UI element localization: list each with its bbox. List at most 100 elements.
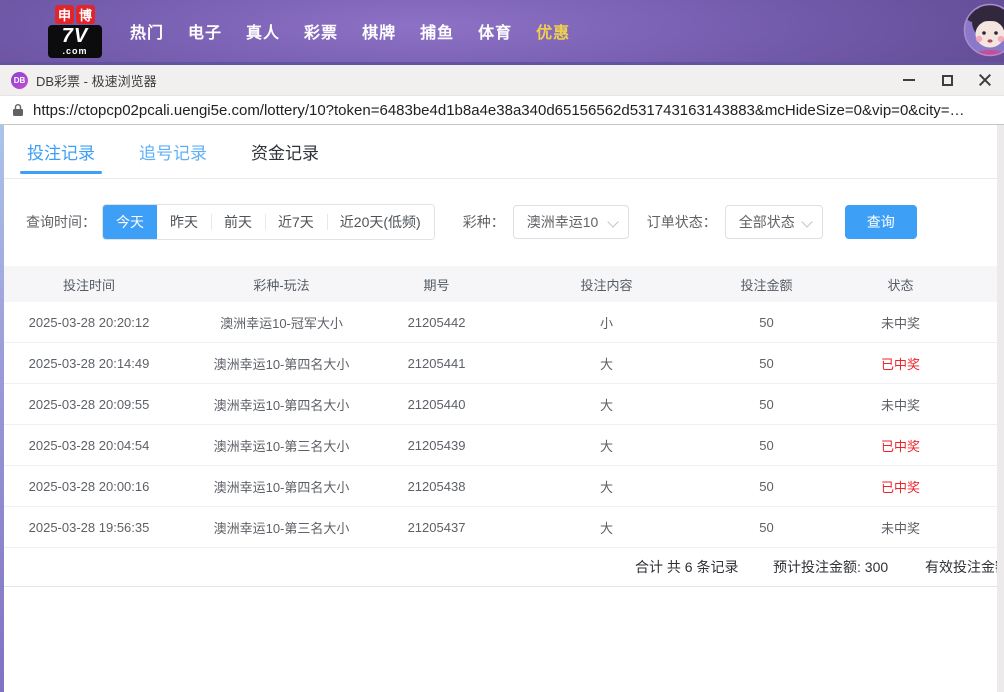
table-header: 投注时间 彩种-玩法 期号 投注内容 投注金额 状态 [4, 266, 997, 302]
table-cell: 21205437 [407, 519, 466, 535]
table-cell: 大 [599, 356, 613, 372]
lottery-select[interactable]: 澳洲幸运10 [512, 205, 629, 239]
table-cell: 未中奖 [880, 315, 920, 331]
table-cell: 21205440 [407, 396, 466, 412]
nav-item[interactable]: 热门 [130, 19, 164, 43]
table-cell: 21205438 [407, 478, 466, 494]
column-header: 投注时间 [62, 277, 115, 293]
search-button[interactable]: 查询 [844, 205, 917, 239]
minimize-button[interactable] [890, 65, 928, 95]
status-select-value: 全部状态 [738, 214, 795, 230]
table-cell: 大 [599, 479, 613, 495]
table-row: 2025-03-28 19:56:35 澳洲幸运10-第三名大小 21205437 大… [4, 507, 997, 548]
table-cell: 21205441 [407, 355, 466, 371]
logo-wordmark: 7V .com [48, 24, 102, 58]
table-row: 2025-03-28 20:09:55 澳洲幸运10-第四名大小 21205440 大… [4, 384, 997, 425]
table-cell: 澳洲幸运10-第四名大小 [213, 479, 350, 495]
summary-total-records: 合计 共 6 条记录 [635, 559, 739, 575]
table-cell: 已中奖 [880, 356, 920, 372]
table-summary: 合计 共 6 条记录 预计投注金额: 300 有效投注金额 [4, 548, 997, 587]
maximize-button[interactable] [928, 65, 966, 95]
table-cell: 50 [759, 437, 774, 453]
table-body: 2025-03-28 20:20:12 澳洲幸运10-冠军大小 21205442 小 5… [4, 302, 997, 548]
table-cell: 澳洲幸运10-第四名大小 [213, 356, 350, 372]
table-cell: 澳洲幸运10-第三名大小 [213, 438, 350, 454]
table-cell: 澳洲幸运10-第三名大小 [213, 520, 350, 536]
logo-7v-text: 7V [61, 24, 89, 47]
time-range-group: 今天 昨天 前天 近7天 近20天(低频) [102, 204, 435, 240]
table-row: 2025-03-28 20:00:16 澳洲幸运10-第四名大小 21205438 大… [4, 466, 997, 507]
summary-expected-amount: 预计投注金额: 300 [773, 559, 889, 575]
column-header: 投注内容 [580, 277, 633, 293]
table-cell: 21205439 [407, 437, 466, 453]
time-option[interactable]: 今天 [103, 205, 157, 239]
bet-records-table: 投注时间 彩种-玩法 期号 投注内容 投注金额 状态 2025-03-28 20:20:1… [4, 266, 997, 587]
nav-item[interactable]: 体育 [478, 19, 512, 43]
time-option[interactable]: 前天 [211, 205, 265, 239]
lottery-filter-label: 彩种： [462, 214, 505, 230]
nav-item[interactable]: 棋牌 [362, 19, 396, 43]
page-content: 投注记录 追号记录 资金记录 查询时间： 今天 昨天 前天 近7天 近20天(低频) 彩种：… [0, 125, 1004, 692]
filter-bar: 查询时间： 今天 昨天 前天 近7天 近20天(低频) 彩种： 澳洲幸运10 订单状态：… [4, 179, 997, 240]
status-select[interactable]: 全部状态 [724, 205, 823, 239]
nav-item[interactable]: 真人 [246, 19, 280, 43]
table-cell: 小 [599, 315, 613, 331]
table-cell: 21205442 [407, 314, 466, 330]
table-row: 2025-03-28 20:20:12 澳洲幸运10-冠军大小 21205442 小 5… [4, 302, 997, 343]
browser-titlebar[interactable]: DB DB彩票 - 极速浏览器 [0, 65, 1004, 95]
time-option[interactable]: 近7天 [265, 205, 327, 239]
table-cell: 澳洲幸运10-第四名大小 [213, 397, 350, 413]
status-filter-label: 订单状态： [646, 214, 717, 230]
nav-item[interactable]: 彩票 [304, 19, 338, 43]
screen: 申 博 7V .com 热门 电子 真人 彩票 棋牌 捕鱼 体育 优惠 DB D… [0, 0, 1004, 692]
avatar-image [963, 3, 1004, 57]
main-nav: 热门 电子 真人 彩票 棋牌 捕鱼 体育 优惠 [130, 19, 570, 43]
table-cell: 大 [599, 438, 613, 454]
table-cell: 2025-03-28 20:09:55 [28, 396, 150, 412]
table-cell: 50 [759, 396, 774, 412]
minimize-icon [903, 79, 915, 81]
table-cell: 2025-03-28 20:20:12 [28, 314, 150, 330]
tab[interactable]: 资金记录 [251, 125, 319, 178]
table-cell: 未中奖 [880, 520, 920, 536]
user-avatar[interactable] [963, 3, 1004, 57]
table-cell: 已中奖 [880, 479, 920, 495]
window-controls [890, 65, 1004, 95]
url-text[interactable]: https://ctopcp02pcali.uengi5e.com/lotter… [33, 102, 992, 119]
maximize-icon [941, 74, 953, 86]
nav-item[interactable]: 优惠 [536, 19, 570, 43]
vertical-scrollbar[interactable] [996, 125, 1004, 692]
table-cell: 50 [759, 314, 774, 330]
nav-item[interactable]: 捕鱼 [420, 19, 454, 43]
table-cell: 2025-03-28 20:00:16 [28, 478, 150, 494]
site-logo[interactable]: 申 博 7V .com [46, 4, 104, 58]
time-option[interactable]: 近20天(低频) [326, 205, 434, 239]
site-header: 申 博 7V .com 热门 电子 真人 彩票 棋牌 捕鱼 体育 优惠 [0, 0, 1004, 62]
tab[interactable]: 追号记录 [139, 125, 207, 178]
table-cell: 50 [759, 478, 774, 494]
table-cell: 澳洲幸运10-冠军大小 [220, 315, 343, 331]
summary-valid-amount: 有效投注金额 [925, 559, 997, 575]
column-header: 状态 [887, 277, 914, 293]
time-filter-label: 查询时间： [26, 214, 96, 230]
browser-favicon: DB [11, 71, 28, 89]
tab[interactable]: 投注记录 [20, 125, 102, 178]
address-bar[interactable]: https://ctopcp02pcali.uengi5e.com/lotter… [0, 95, 1004, 125]
table-cell: 已中奖 [880, 438, 920, 454]
lock-icon [13, 104, 23, 116]
logo-icon: 申 博 [55, 4, 95, 24]
table-cell: 未中奖 [880, 397, 920, 413]
column-header: 投注金额 [740, 277, 793, 293]
logo-square-1: 申 [55, 4, 74, 24]
close-button[interactable] [966, 65, 1004, 95]
record-tabs: 投注记录 追号记录 资金记录 [4, 125, 997, 179]
time-option[interactable]: 昨天 [157, 205, 211, 239]
browser-window: DB DB彩票 - 极速浏览器 https://ctopcp02pcali.ue… [0, 62, 1004, 692]
chevron-down-icon [607, 216, 619, 228]
chevron-down-icon [801, 216, 813, 228]
table-cell: 50 [759, 519, 774, 535]
lottery-select-value: 澳洲幸运10 [526, 214, 599, 230]
nav-item[interactable]: 电子 [188, 19, 222, 43]
column-header: 期号 [423, 277, 450, 293]
table-cell: 大 [599, 397, 613, 413]
